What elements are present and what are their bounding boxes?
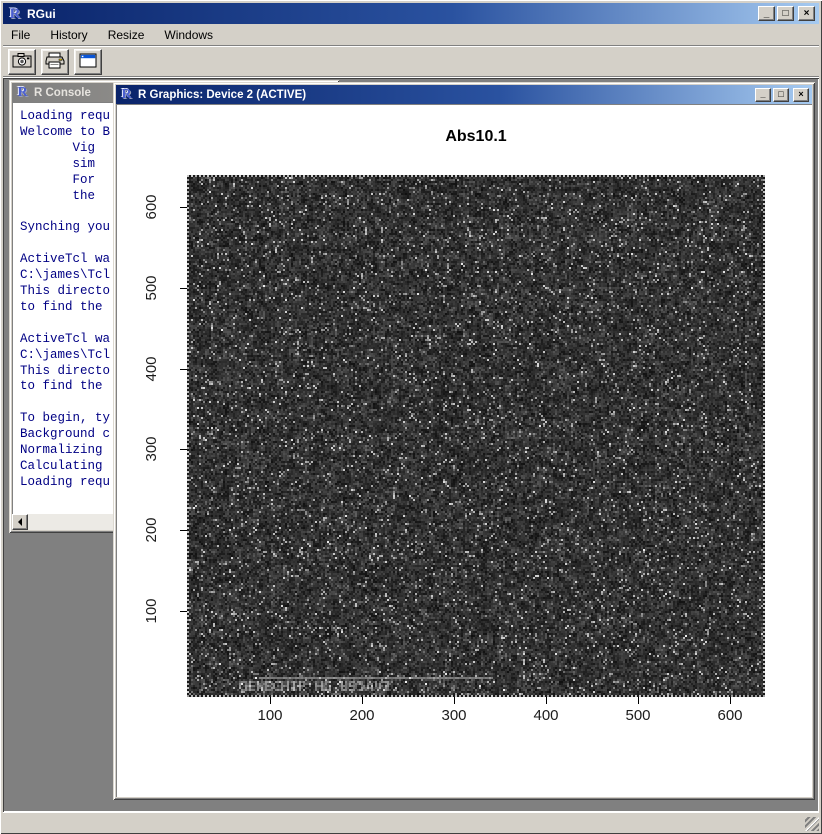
- y-axis-tick: [180, 449, 187, 450]
- x-axis-tick: [546, 697, 547, 704]
- graphics-titlebar[interactable]: R R Graphics: Device 2 (ACTIVE) _□ ×: [116, 85, 812, 104]
- graphics-close-button[interactable]: ×: [793, 88, 809, 102]
- x-axis-tick: [454, 697, 455, 704]
- y-axis-tick: [180, 288, 187, 289]
- window-icon: [79, 53, 97, 71]
- main-window-controls: _□ ×: [758, 6, 815, 21]
- x-axis-tick: [362, 697, 363, 704]
- y-axis-tick-label: 400: [143, 347, 159, 391]
- x-axis-tick: [730, 697, 731, 704]
- graphics-window-controls: _□ ×: [755, 88, 809, 102]
- mdi-client-area: R R Console Loading requWelcome to B Vig…: [3, 78, 819, 812]
- r-logo-icon: R: [7, 6, 23, 22]
- x-axis-tick-label: 200: [340, 707, 384, 724]
- main-minimize-button[interactable]: _: [758, 6, 775, 21]
- scroll-left-arrow[interactable]: [12, 514, 28, 530]
- x-axis-tick-label: 300: [432, 707, 476, 724]
- r-logo-icon: R: [15, 85, 30, 100]
- x-axis-tick-label: 500: [616, 707, 660, 724]
- window-tool-button[interactable]: [74, 49, 102, 75]
- y-axis-tick-label: 500: [143, 266, 159, 310]
- main-close-button[interactable]: ×: [798, 6, 815, 21]
- y-axis-tick-label: 600: [143, 185, 159, 229]
- x-axis-tick: [638, 697, 639, 704]
- menu-item-history[interactable]: History: [42, 25, 95, 45]
- rgui-main-window: R RGui _□× FileHistoryResizeWindows R R …: [0, 0, 822, 834]
- menu-item-file[interactable]: File: [3, 25, 38, 45]
- y-axis-tick-label: 100: [143, 589, 159, 633]
- y-axis-tick: [180, 530, 187, 531]
- x-axis-tick-label: 400: [524, 707, 568, 724]
- x-axis-tick-label: 100: [248, 707, 292, 724]
- r-logo-icon: R: [119, 87, 134, 102]
- microarray-image: [187, 175, 765, 697]
- main-titlebar[interactable]: R RGui _□ ×: [3, 3, 819, 24]
- resize-grip[interactable]: [805, 817, 819, 831]
- main-window-title: RGui: [27, 7, 758, 21]
- menu-bar: FileHistoryResizeWindows: [3, 24, 819, 45]
- x-axis-tick: [270, 697, 271, 704]
- graphics-maximize-button[interactable]: □: [773, 88, 789, 102]
- y-axis-tick-label: 200: [143, 508, 159, 552]
- plot-area: Abs10.1 100 200 300 400 500 600 100 200 300 400 50…: [116, 104, 812, 797]
- printer-icon: [45, 52, 65, 72]
- printer-tool-button[interactable]: [41, 49, 69, 75]
- y-axis-tick-label: 300: [143, 427, 159, 471]
- x-axis-tick-label: 600: [708, 707, 752, 724]
- graphics-minimize-button[interactable]: _: [755, 88, 771, 102]
- y-axis-tick: [180, 207, 187, 208]
- r-graphics-window: R R Graphics: Device 2 (ACTIVE) _□ × Abs1…: [113, 82, 815, 800]
- camera-tool-button[interactable]: [8, 49, 36, 75]
- menu-item-resize[interactable]: Resize: [100, 25, 153, 45]
- y-axis-tick: [180, 369, 187, 370]
- y-axis-tick: [180, 611, 187, 612]
- main-maximize-button[interactable]: □: [777, 6, 794, 21]
- toolbar: [3, 47, 819, 76]
- plot-title: Abs10.1: [187, 128, 765, 146]
- menu-item-windows[interactable]: Windows: [156, 25, 221, 45]
- camera-icon: [12, 52, 32, 71]
- graphics-window-title: R Graphics: Device 2 (ACTIVE): [138, 89, 755, 101]
- status-bar: [3, 812, 819, 831]
